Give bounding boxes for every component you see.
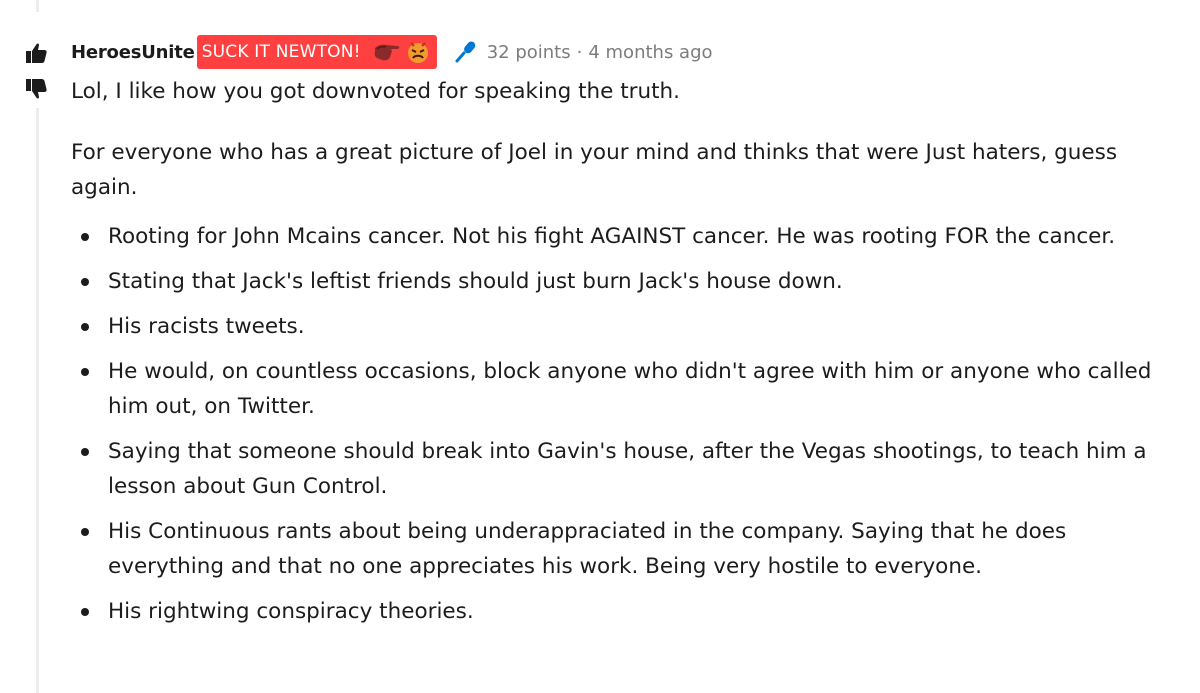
list-item: Saying that someone should break into Ga… (71, 434, 1181, 504)
list-item: Rooting for John Mcains cancer. Not his … (71, 219, 1181, 254)
comment: HeroesUnite SUCK IT NEWTON! 32 points · … (71, 34, 1181, 639)
list-item: His Continuous rants about being underap… (71, 514, 1181, 584)
microphone-icon[interactable] (453, 39, 479, 65)
comment-meta: 32 points · 4 months ago (487, 42, 713, 63)
upvote-button[interactable] (22, 40, 48, 66)
timestamp-link[interactable]: 4 months ago (588, 42, 712, 63)
flair-text: SUCK IT NEWTON! (201, 42, 361, 62)
list-item: He would, on countless occasions, block … (71, 354, 1181, 424)
user-flair: SUCK IT NEWTON! (196, 35, 437, 69)
downvote-button[interactable] (22, 76, 48, 102)
points-count: 32 points (486, 41, 571, 63)
angry-face-emoji-icon (405, 39, 431, 65)
bullet-list: Rooting for John Mcains cancer. Not his … (71, 219, 1181, 629)
comment-header: HeroesUnite SUCK IT NEWTON! 32 points · … (71, 34, 1181, 70)
list-item: His racists tweets. (71, 309, 1181, 344)
thumbs-down-icon (22, 76, 48, 102)
comment-paragraph: For everyone who has a great picture of … (71, 140, 1118, 200)
pointing-hand-emoji-icon (373, 40, 403, 64)
thread-line-top (36, 0, 39, 12)
thumbs-up-icon (22, 40, 48, 66)
author-link[interactable]: HeroesUnite (71, 42, 195, 63)
list-item: Stating that Jack's leftist friends shou… (71, 264, 1181, 299)
comment-body: Lol, I like how you got downvoted for sp… (71, 74, 1181, 629)
list-item: His rightwing conspiracy theories. (71, 594, 1181, 629)
comment-paragraph: Lol, I like how you got downvoted for sp… (71, 79, 680, 104)
meta-separator: · (576, 41, 583, 63)
thread-line[interactable] (36, 108, 39, 693)
